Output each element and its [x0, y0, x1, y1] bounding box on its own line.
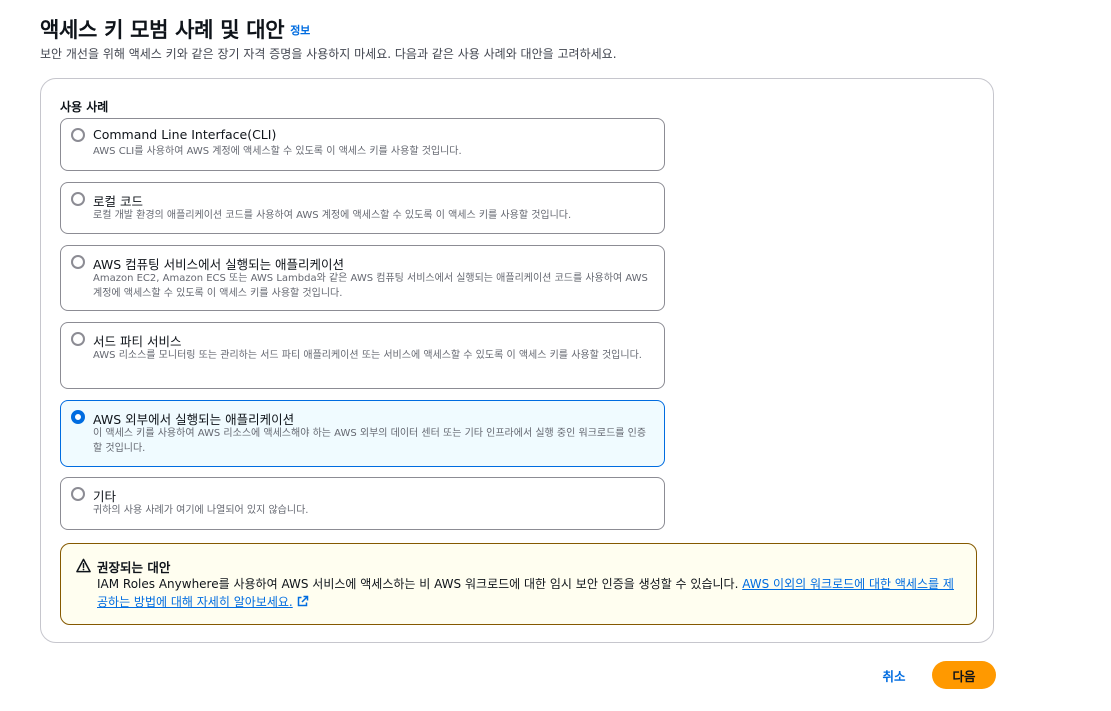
use-case-option-local-code[interactable]: 로컬 코드 로컬 개발 환경의 애플리케이션 코드를 사용하여 AWS 계정에 … [60, 182, 665, 234]
alert-title: 권장되는 대안 [97, 560, 171, 575]
use-case-container: 사용 사례 Command Line Interface(CLI) AWS CL… [40, 78, 994, 643]
option-description: AWS 리소스를 모니터링 또는 관리하는 서드 파티 애플리케이션 또는 서비… [93, 350, 642, 361]
use-case-option-other[interactable]: 기타 귀하의 사용 사례가 여기에 나열되어 있지 않습니다. [60, 477, 665, 530]
radio-button-selected[interactable] [71, 410, 85, 424]
option-description: AWS CLI를 사용하여 AWS 계정에 액세스할 수 있도록 이 액세스 키… [93, 146, 462, 157]
recommended-alternative-alert: 권장되는 대안 IAM Roles Anywhere를 사용하여 AWS 서비스… [60, 543, 977, 625]
next-button[interactable]: 다음 [932, 661, 996, 689]
use-case-option-cli[interactable]: Command Line Interface(CLI) AWS CLI를 사용하… [60, 118, 665, 171]
option-description: 귀하의 사용 사례가 여기에 나열되어 있지 않습니다. [93, 505, 309, 516]
cancel-button[interactable]: 취소 [868, 664, 920, 686]
use-case-option-outside-aws[interactable]: AWS 외부에서 실행되는 애플리케이션 이 액세스 키를 사용하여 AWS 리… [60, 400, 665, 467]
use-case-group-label: 사용 사례 [60, 100, 109, 114]
page-title: 액세스 키 모범 사례 및 대안 정보 [40, 14, 310, 44]
option-description: 로컬 개발 환경의 애플리케이션 코드를 사용하여 AWS 계정에 액세스할 수… [93, 210, 572, 221]
alert-body-text: IAM Roles Anywhere를 사용하여 AWS 서비스에 액세스하는 … [97, 577, 743, 591]
radio-button[interactable] [71, 128, 85, 142]
radio-button[interactable] [71, 255, 85, 269]
alert-body: IAM Roles Anywhere를 사용하여 AWS 서비스에 액세스하는 … [97, 575, 957, 611]
external-link-icon [297, 595, 308, 607]
page-description: 보안 개선을 위해 액세스 키와 같은 장기 자격 증명을 사용하지 마세요. … [40, 47, 617, 61]
option-description: Amazon EC2, Amazon ECS 또는 AWS Lambda와 같은… [93, 273, 648, 299]
radio-button[interactable] [71, 487, 85, 501]
use-case-option-third-party[interactable]: 서드 파티 서비스 AWS 리소스를 모니터링 또는 관리하는 서드 파티 애플… [60, 322, 665, 389]
radio-button[interactable] [71, 332, 85, 346]
warning-triangle-icon [76, 558, 91, 573]
option-description: 이 액세스 키를 사용하여 AWS 리소스에 액세스해야 하는 AWS 외부의 … [93, 428, 647, 454]
info-link[interactable]: 정보 [290, 24, 310, 37]
option-title: Command Line Interface(CLI) [93, 127, 277, 142]
use-case-option-aws-compute[interactable]: AWS 컴퓨팅 서비스에서 실행되는 애플리케이션 Amazon EC2, Am… [60, 245, 665, 311]
page-title-text: 액세스 키 모범 사례 및 대안 [40, 18, 285, 42]
radio-button[interactable] [71, 192, 85, 206]
